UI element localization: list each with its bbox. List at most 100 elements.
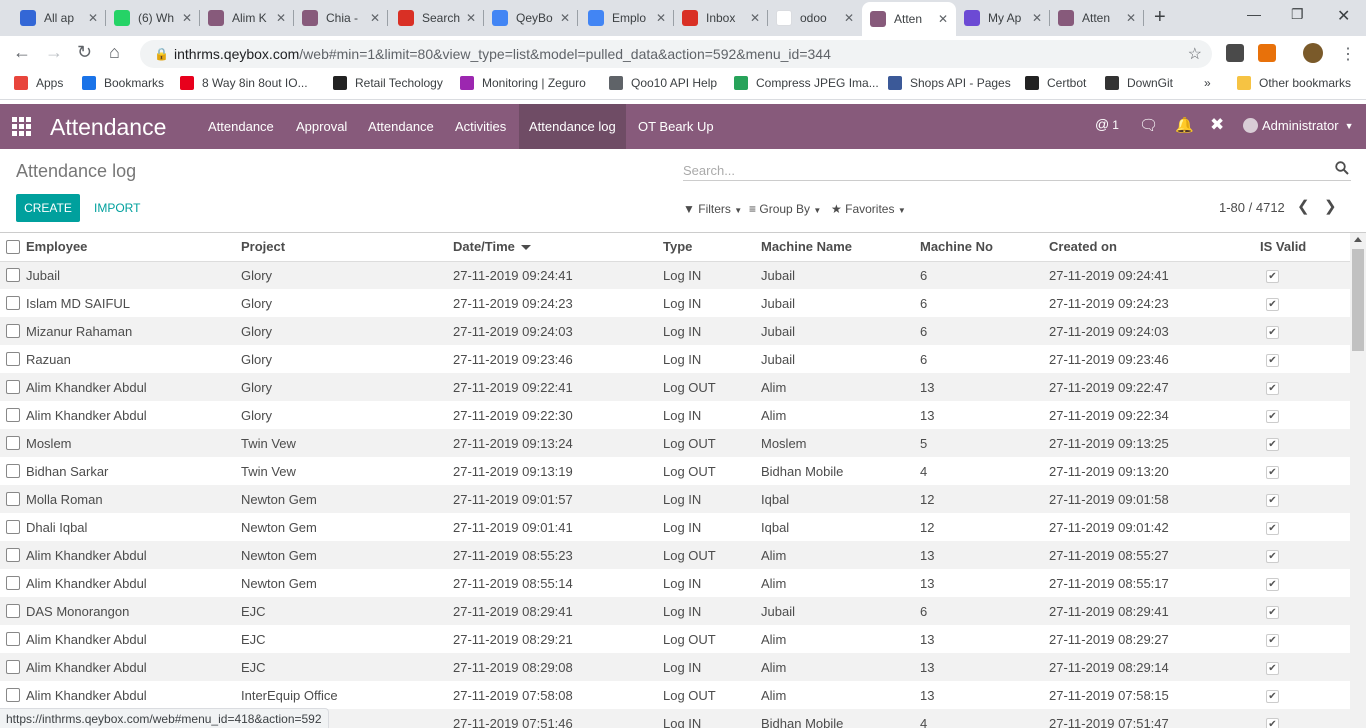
search-icon[interactable] [1335,161,1349,175]
bookmark-item[interactable]: Compress JPEG Ima... [734,76,879,90]
row-checkbox[interactable] [6,296,20,310]
row-checkbox[interactable] [6,520,20,534]
table-row[interactable]: Jubail Glory 27-11-2019 09:24:41 Log IN Juba… [0,261,1350,289]
bookmark-item[interactable]: Certbot [1025,76,1086,90]
tab-close-icon[interactable]: ✕ [1032,11,1042,25]
column-header-employee[interactable]: Employee [26,233,241,262]
url-text[interactable]: inthrms.qeybox.com/web#min=1&limit=80&vi… [174,46,831,62]
create-button[interactable]: CREATE [16,194,80,222]
bookmark-item[interactable]: DownGit [1105,76,1173,90]
table-row[interactable]: Razuan Glory 27-11-2019 09:23:46 Log IN Juba… [0,345,1350,373]
url-omnibox[interactable]: 🔒 inthrms.qeybox.com/web#min=1&limit=80&… [140,40,1212,68]
bookmark-item[interactable]: Shops API - Pages [888,76,1011,90]
table-row[interactable]: Alim Khandker Abdul EJC 27-11-2019 08:29:2… [0,625,1350,653]
row-checkbox[interactable] [6,688,20,702]
row-checkbox[interactable] [6,408,20,422]
app-menu-item[interactable]: OT Beark Up [628,104,724,149]
row-checkbox[interactable] [6,632,20,646]
browser-tab[interactable]: Search ✕ [390,4,484,32]
table-row[interactable]: Moslem Twin Vew 27-11-2019 09:13:24 Log OUT… [0,429,1350,457]
bell-icon[interactable]: 🔔 [1175,116,1194,134]
column-header-created-on[interactable]: Created on [1049,233,1260,262]
column-header-is-valid[interactable]: IS Valid [1260,233,1350,262]
browser-tab[interactable]: Atten ✕ [862,2,956,36]
bookmark-item[interactable]: Retail Techology [333,76,443,90]
bookmark-item[interactable]: Bookmarks [82,76,164,90]
extension-icon[interactable] [1226,44,1244,62]
browser-tab[interactable]: Chia - ✕ [294,4,388,32]
select-all-checkbox[interactable] [6,239,20,254]
bookmark-item[interactable]: Monitoring | Zeguro [460,76,586,90]
table-row[interactable]: Alim Khandker Abdul Newton Gem 27-11-2019 … [0,541,1350,569]
row-checkbox[interactable] [6,492,20,506]
column-header-type[interactable]: Type [663,233,761,262]
tab-close-icon[interactable]: ✕ [844,11,854,25]
row-checkbox[interactable] [6,464,20,478]
table-row[interactable]: Alim Khandker Abdul Newton Gem 27-11-2019 … [0,569,1350,597]
table-row[interactable]: Alim Khandker Abdul InterEquip Office 27-1… [0,681,1350,709]
vertical-scrollbar[interactable] [1350,233,1366,728]
row-checkbox[interactable] [6,548,20,562]
column-header-machine-name[interactable]: Machine Name [761,233,920,262]
table-row[interactable]: Bidhan Sarkar Twin Vew 27-11-2019 09:13:19… [0,457,1350,485]
app-menu-item[interactable]: Activities [445,104,516,149]
maximize-icon[interactable]: ❐ [1291,6,1304,23]
tab-close-icon[interactable]: ✕ [276,11,286,25]
browser-tab[interactable]: Inbox ✕ [674,4,768,32]
favorites-dropdown[interactable]: ★ Favorites ▼ [831,202,906,216]
apps-menu-icon[interactable] [12,117,31,136]
row-checkbox[interactable] [6,380,20,394]
pager-next-icon[interactable]: ❯ [1324,197,1337,215]
browser-tab[interactable]: odoo ✕ [768,4,862,32]
row-checkbox[interactable] [6,324,20,338]
row-checkbox[interactable] [6,268,20,283]
table-row[interactable]: Alim Khandker Abdul Glory 27-11-2019 09:22… [0,401,1350,429]
column-header-datetime[interactable]: Date/Time [453,233,663,262]
user-menu[interactable]: Administrator ▼ [1243,118,1354,133]
scrollbar-thumb[interactable] [1352,249,1364,351]
tab-close-icon[interactable]: ✕ [466,11,476,25]
browser-tab[interactable]: Alim K ✕ [200,4,294,32]
pager-value[interactable]: 1-80 / 4712 [1219,200,1285,215]
filters-dropdown[interactable]: ▼ Filters ▼ [683,202,742,216]
search-input[interactable] [683,159,1323,178]
reload-icon[interactable]: ↻ [77,42,92,63]
browser-tab[interactable]: (6) Wh ✕ [106,4,200,32]
scroll-up-icon[interactable] [1354,237,1362,242]
row-checkbox[interactable] [6,604,20,618]
bookmark-item[interactable]: Qoo10 API Help [609,76,717,90]
minimize-icon[interactable]: — [1247,6,1261,22]
tab-close-icon[interactable]: ✕ [370,11,380,25]
tab-close-icon[interactable]: ✕ [1126,11,1136,25]
table-row[interactable]: DAS Monorangon EJC 27-11-2019 08:29:41 Log … [0,597,1350,625]
column-header-machine-no[interactable]: Machine No [920,233,1049,262]
extension-icon[interactable] [1258,44,1276,62]
column-header-project[interactable]: Project [241,233,453,262]
row-checkbox[interactable] [6,436,20,450]
table-row[interactable]: Dhali Iqbal Newton Gem 27-11-2019 09:01:41… [0,513,1350,541]
row-checkbox[interactable] [6,352,20,366]
tab-close-icon[interactable]: ✕ [182,11,192,25]
browser-tab[interactable]: All ap ✕ [12,4,106,32]
close-window-icon[interactable]: ✕ [1337,6,1350,26]
table-row[interactable]: Alim Khandker Abdul Glory 27-11-2019 09:22… [0,373,1350,401]
app-menu-item[interactable]: Attendance [358,104,444,149]
tab-close-icon[interactable]: ✕ [88,11,98,25]
new-tab-button[interactable]: + [1154,6,1166,29]
home-icon[interactable]: ⌂ [109,42,120,63]
chat-icon[interactable]: 🗨 [1139,116,1158,134]
mentions-indicator[interactable]: @1 [1095,116,1119,132]
table-row[interactable]: Molla Roman Newton Gem 27-11-2019 09:01:57… [0,485,1350,513]
other-bookmarks-folder[interactable]: Other bookmarks [1237,76,1351,90]
table-row[interactable]: Mizanur Rahaman Glory 27-11-2019 09:24:03 L… [0,317,1350,345]
bookmark-item[interactable]: 8 Way 8in 8out IO... [180,76,308,90]
pager-previous-icon[interactable]: ❮ [1297,197,1310,215]
bookmark-star-icon[interactable]: ☆ [1188,44,1202,64]
browser-tab[interactable]: QeyBo ✕ [484,4,578,32]
profile-avatar[interactable] [1303,43,1323,63]
table-row[interactable]: Alim Khandker Abdul EJC 27-11-2019 08:29:0… [0,653,1350,681]
back-icon[interactable]: ← [13,42,31,63]
bookmark-item[interactable]: Apps [14,76,63,90]
import-button[interactable]: IMPORT [94,201,140,215]
app-menu-item[interactable]: Attendance [198,104,284,149]
